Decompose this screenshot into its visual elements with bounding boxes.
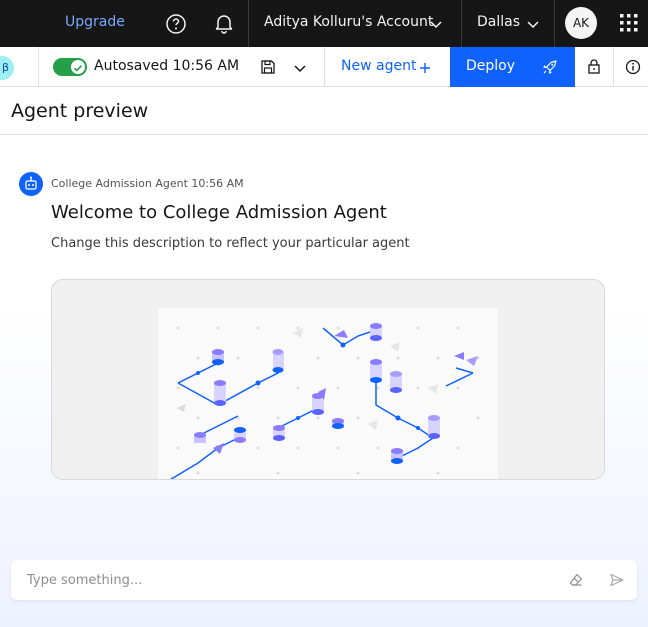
plus-icon[interactable] bbox=[418, 60, 432, 74]
help-icon[interactable] bbox=[164, 12, 188, 36]
upgrade-link[interactable]: Upgrade bbox=[65, 14, 125, 30]
beta-badge[interactable]: β bbox=[0, 56, 14, 80]
new-agent-button[interactable]: New agent bbox=[341, 58, 416, 74]
deploy-label: Deploy bbox=[466, 58, 516, 74]
divider bbox=[324, 47, 325, 87]
divider bbox=[38, 47, 39, 87]
chevron-down-icon[interactable] bbox=[293, 60, 307, 74]
bot-avatar-icon bbox=[19, 172, 43, 196]
preview-header: Agent preview bbox=[0, 87, 648, 135]
top-nav-bar: Upgrade Aditya Kolluru's Account Dallas … bbox=[0, 0, 648, 47]
chevron-down-icon[interactable] bbox=[429, 16, 443, 30]
rocket-icon bbox=[542, 59, 558, 75]
send-icon[interactable] bbox=[609, 572, 625, 588]
account-switcher[interactable]: Aditya Kolluru's Account bbox=[264, 14, 433, 30]
message-input[interactable] bbox=[11, 560, 551, 600]
divider bbox=[461, 0, 462, 47]
chat-area: College Admission Agent 10:56 AM Welcome… bbox=[0, 135, 648, 627]
user-avatar[interactable]: AK bbox=[565, 7, 597, 39]
divider bbox=[554, 0, 555, 47]
autosave-toggle[interactable] bbox=[53, 58, 87, 76]
save-icon[interactable] bbox=[260, 59, 276, 75]
notification-bell-icon[interactable] bbox=[212, 11, 236, 35]
divider bbox=[613, 47, 614, 87]
eraser-icon[interactable] bbox=[568, 572, 584, 588]
info-icon[interactable] bbox=[625, 59, 641, 75]
welcome-image-card bbox=[51, 279, 605, 480]
agent-description: Change this description to reflect your … bbox=[51, 236, 410, 251]
welcome-title: Welcome to College Admission Agent bbox=[51, 202, 387, 223]
app-switcher-grid-icon[interactable] bbox=[620, 14, 638, 32]
agent-toolbar: β Autosaved 10:56 AM New agent Deploy bbox=[0, 47, 648, 87]
region-switcher[interactable]: Dallas bbox=[477, 14, 520, 30]
message-meta: College Admission Agent 10:56 AM bbox=[51, 177, 244, 190]
isometric-network-illustration bbox=[158, 308, 498, 479]
deploy-button[interactable]: Deploy bbox=[450, 47, 575, 87]
message-input-box bbox=[11, 560, 637, 600]
page-title: Agent preview bbox=[11, 100, 149, 122]
autosave-status: Autosaved 10:56 AM bbox=[94, 58, 240, 74]
lock-icon[interactable] bbox=[586, 58, 602, 74]
divider bbox=[248, 0, 249, 47]
toggle-knob bbox=[71, 60, 85, 74]
chevron-down-icon[interactable] bbox=[526, 16, 540, 30]
